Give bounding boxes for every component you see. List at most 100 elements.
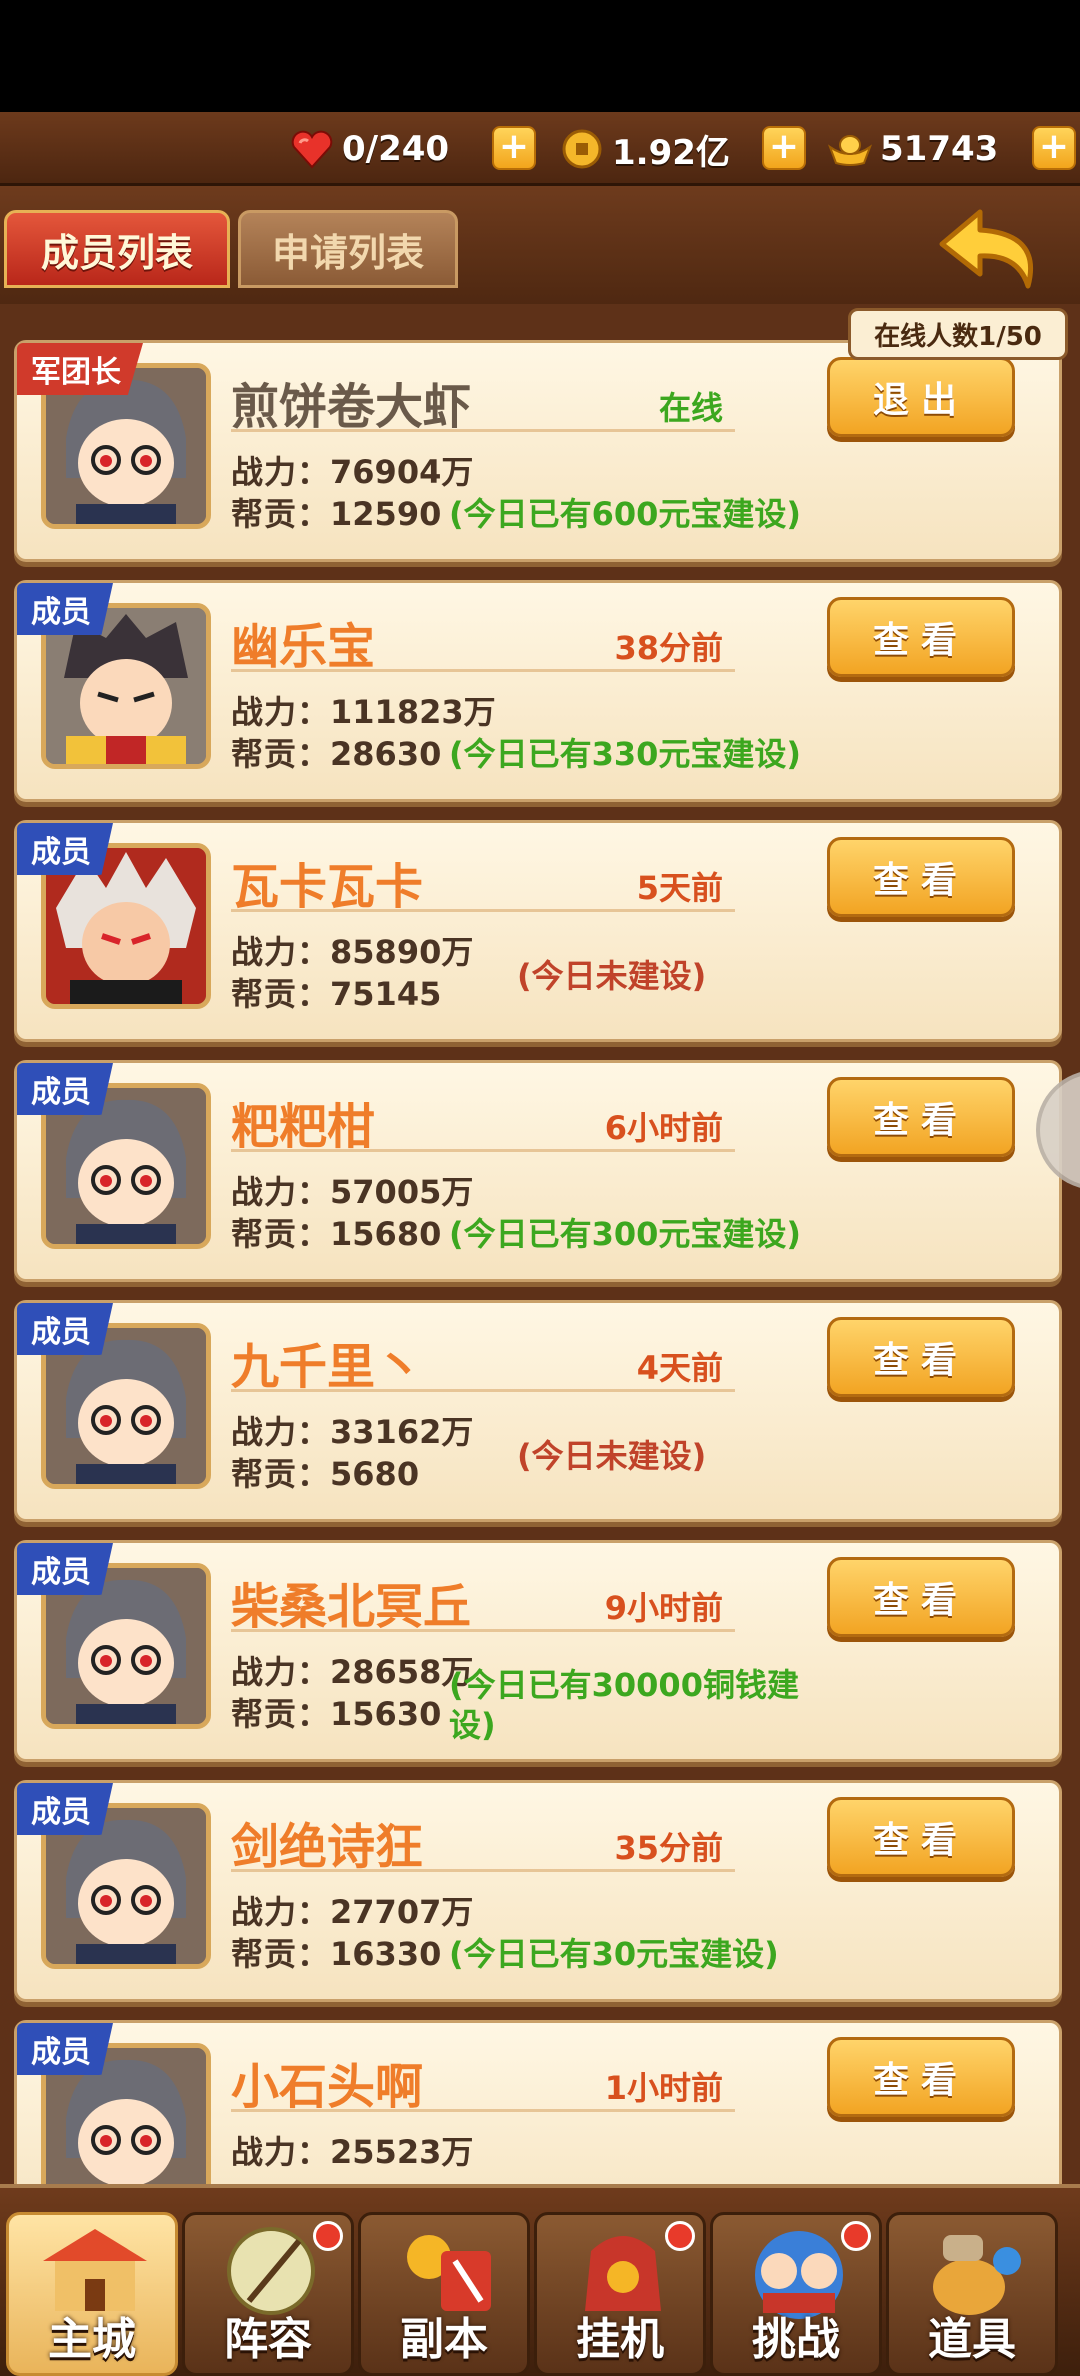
contribution-stat: 帮贡：15680 (231, 1215, 442, 1253)
last-online: 9小时前 (604, 1589, 723, 1627)
notification-dot (841, 2221, 871, 2251)
view-button[interactable]: 查看 (827, 2037, 1015, 2117)
nav-lineup[interactable]: 阵容 (182, 2212, 354, 2376)
divider (231, 669, 735, 672)
stamina-value: 0/240 (342, 129, 450, 169)
stamina-display: 0/240 (290, 124, 449, 174)
view-button[interactable]: 查看 (827, 1797, 1015, 1877)
build-status: (今日已有30000铜钱建设) (449, 1666, 799, 1744)
member-card: 军团长 煎饼卷大虾 在线 战力：76904万 帮贡：12590 (今日已有600… (14, 340, 1062, 562)
rank-badge: 军团长 (17, 343, 143, 395)
last-online: 1小时前 (604, 2069, 723, 2107)
rank-badge: 成员 (17, 823, 113, 875)
tab-member-list[interactable]: 成员列表 (4, 210, 230, 288)
last-online: 在线 (658, 389, 723, 427)
divider (231, 429, 735, 432)
online-count-badge: 在线人数1/50 (848, 308, 1068, 360)
divider (231, 1629, 735, 1632)
view-button[interactable]: 查看 (827, 1557, 1015, 1637)
power-stat: 战力：28658万 (231, 1653, 474, 1691)
back-arrow-icon (939, 209, 1034, 289)
power-stat: 战力：27707万 (231, 1893, 474, 1931)
contribution-stat: 帮贡：16330 (231, 1935, 442, 1973)
coin-icon (560, 127, 604, 171)
build-status: (今日已有300元宝建设) (449, 1215, 802, 1253)
nav-items[interactable]: 道具 (886, 2212, 1058, 2376)
rank-badge: 成员 (17, 1783, 113, 1835)
power-stat: 战力：57005万 (231, 1173, 474, 1211)
divider (231, 1389, 735, 1392)
divider (231, 1869, 735, 1872)
view-button[interactable]: 查看 (827, 597, 1015, 677)
contribution-stat: 帮贡：28630 (231, 735, 442, 773)
power-stat: 战力：85890万 (231, 933, 474, 971)
view-button[interactable]: 查看 (827, 837, 1015, 917)
last-online: 4天前 (636, 1349, 723, 1387)
member-name: 瓦卡瓦卡 (231, 859, 424, 915)
member-card: 成员 九千里丶 4天前 战力：33162万 帮贡：5680 (今日未建设) 查看 (14, 1300, 1062, 1522)
gold-display: 51743 (828, 124, 998, 174)
last-online: 35分前 (614, 1829, 723, 1867)
member-list[interactable]: 军团长 煎饼卷大虾 在线 战力：76904万 帮贡：12590 (今日已有600… (0, 304, 1080, 2184)
build-status: (今日已有30元宝建设) (449, 1935, 779, 1973)
member-name: 煎饼卷大虾 (231, 379, 472, 435)
nav-challenge[interactable]: 挑战 (710, 2212, 882, 2376)
contribution-stat: 帮贡：75145 (231, 975, 442, 1013)
build-status: (今日未建设) (517, 1437, 707, 1475)
member-card: 成员 柴桑北冥丘 9小时前 战力：28658万 帮贡：15630 (今日已有30… (14, 1540, 1062, 1762)
member-name: 剑绝诗狂 (231, 1819, 424, 1875)
bottom-nav: 主城 阵容 副本 挂机 挑战 道具 (0, 2184, 1080, 2376)
contribution-stat: 帮贡：5680 (231, 1455, 420, 1493)
view-button[interactable]: 查看 (827, 1077, 1015, 1157)
power-stat: 战力：76904万 (231, 453, 474, 491)
heart-icon (290, 127, 334, 171)
status-bar (0, 0, 1080, 112)
power-stat: 战力：111823万 (231, 693, 496, 731)
member-card: 成员 粑粑柑 6小时前 战力：57005万 帮贡：15680 (今日已有300元… (14, 1060, 1062, 1282)
add-gold-button[interactable]: + (1032, 126, 1076, 170)
coins-display: 1.92亿 (560, 124, 730, 174)
resource-bar: 0/240 + 1.92亿 + 51743 + (0, 112, 1080, 186)
member-name: 九千里丶 (231, 1339, 424, 1395)
power-stat: 战力：25523万 (231, 2133, 474, 2171)
gold-ingot-icon (828, 127, 872, 171)
member-name: 柴桑北冥丘 (231, 1579, 472, 1635)
notification-dot (313, 2221, 343, 2251)
view-button[interactable]: 查看 (827, 1317, 1015, 1397)
header-tabs: 成员列表 申请列表 (0, 186, 1080, 304)
tab-application-list[interactable]: 申请列表 (238, 210, 458, 288)
build-status: (今日已有600元宝建设) (449, 495, 802, 533)
member-card: 成员 剑绝诗狂 35分前 战力：27707万 帮贡：16330 (今日已有30元… (14, 1780, 1062, 2002)
power-stat: 战力：33162万 (231, 1413, 474, 1451)
back-button[interactable] (938, 204, 1048, 294)
contribution-stat: 帮贡：15630 (231, 1695, 442, 1733)
rank-badge: 成员 (17, 1543, 113, 1595)
member-card: 成员 小石头啊 1小时前 战力：25523万 查看 (14, 2020, 1062, 2184)
last-online: 38分前 (614, 629, 723, 667)
rank-badge: 成员 (17, 1303, 113, 1355)
rank-badge: 成员 (17, 2023, 113, 2075)
member-name: 幽乐宝 (231, 619, 376, 675)
build-status: (今日已有330元宝建设) (449, 735, 802, 773)
rank-badge: 成员 (17, 583, 113, 635)
gold-value: 51743 (880, 129, 999, 169)
nav-dungeon[interactable]: 副本 (358, 2212, 530, 2376)
last-online: 5天前 (636, 869, 723, 907)
divider (231, 2109, 735, 2112)
build-status: (今日未建设) (517, 957, 707, 995)
nav-idle[interactable]: 挂机 (534, 2212, 706, 2376)
coins-value: 1.92亿 (612, 132, 730, 173)
quit-button[interactable]: 退出 (827, 357, 1015, 437)
rank-badge: 成员 (17, 1063, 113, 1115)
member-name: 小石头啊 (231, 2059, 424, 2115)
contribution-stat: 帮贡：12590 (231, 495, 442, 533)
member-card: 成员 瓦卡瓦卡 5天前 战力：85890万 帮贡：75145 (今日未建设) 查… (14, 820, 1062, 1042)
member-card: 成员 幽乐宝 38分前 战力：111823万 帮贡：28630 (今日已有330… (14, 580, 1062, 802)
add-coins-button[interactable]: + (762, 126, 806, 170)
nav-main-city[interactable]: 主城 (6, 2212, 178, 2376)
add-stamina-button[interactable]: + (492, 126, 536, 170)
divider (231, 1149, 735, 1152)
divider (231, 909, 735, 912)
last-online: 6小时前 (604, 1109, 723, 1147)
member-name: 粑粑柑 (231, 1099, 376, 1155)
